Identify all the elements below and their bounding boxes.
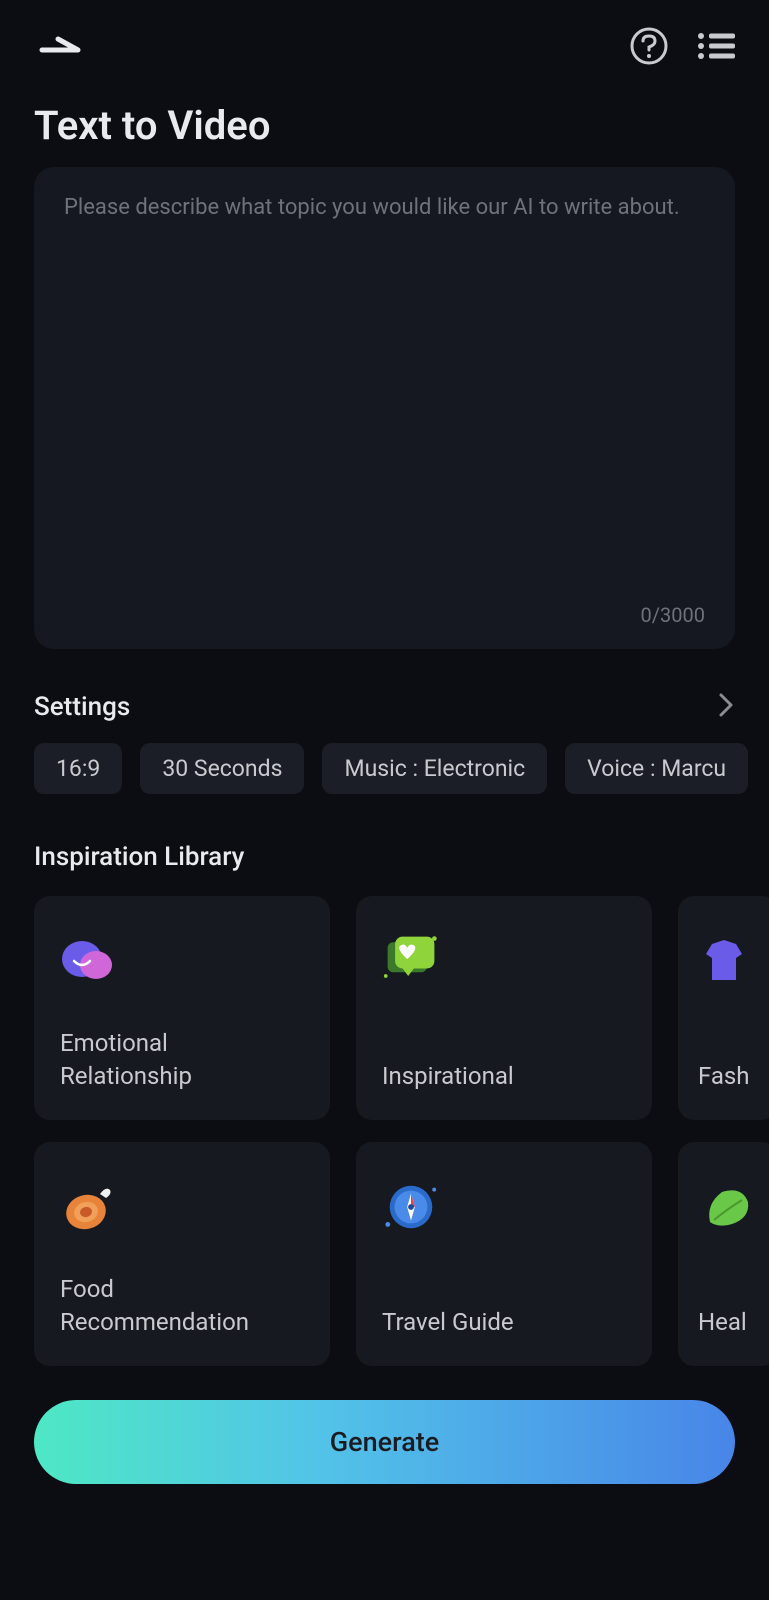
card-food-recommendation[interactable]: Food Recommendation bbox=[34, 1142, 330, 1366]
chevron-right-icon bbox=[717, 691, 735, 723]
card-travel-guide[interactable]: Travel Guide bbox=[356, 1142, 652, 1366]
inspiration-title: Inspiration Library bbox=[34, 842, 735, 872]
card-emotional-relationship[interactable]: Emotional Relationship bbox=[34, 896, 330, 1120]
card-label: Heal bbox=[698, 1306, 752, 1340]
card-label: Inspirational bbox=[382, 1060, 626, 1094]
fashion-icon bbox=[698, 932, 756, 990]
card-fashion[interactable]: Fash bbox=[678, 896, 769, 1120]
prompt-textarea[interactable] bbox=[64, 195, 705, 591]
char-count: 0/3000 bbox=[641, 603, 705, 627]
help-icon bbox=[629, 26, 669, 66]
chip-voice[interactable]: Voice : Marcu bbox=[565, 743, 748, 794]
generate-button[interactable]: Generate bbox=[34, 1400, 735, 1484]
card-label: Travel Guide bbox=[382, 1306, 626, 1340]
card-label: Emotional Relationship bbox=[60, 1027, 304, 1094]
back-icon bbox=[38, 35, 82, 57]
food-icon bbox=[60, 1178, 118, 1236]
card-inspirational[interactable]: Inspirational bbox=[356, 896, 652, 1120]
emotion-icon bbox=[60, 932, 118, 990]
page-title: Text to Video bbox=[0, 74, 769, 167]
inspiration-grid: Emotional Relationship Inspirational bbox=[34, 896, 769, 1366]
header-actions bbox=[629, 26, 735, 66]
leaf-icon bbox=[698, 1178, 756, 1236]
menu-button[interactable] bbox=[697, 30, 735, 62]
chip-aspect-ratio[interactable]: 16:9 bbox=[34, 743, 122, 794]
prompt-textarea-container: 0/3000 bbox=[34, 167, 735, 649]
generate-label: Generate bbox=[330, 1426, 439, 1458]
menu-list-icon bbox=[697, 30, 735, 62]
card-label: Food Recommendation bbox=[60, 1273, 304, 1340]
compass-icon bbox=[382, 1178, 440, 1236]
settings-row[interactable]: Settings bbox=[34, 691, 735, 723]
cards-row-1: Emotional Relationship Inspirational bbox=[34, 896, 769, 1120]
back-button[interactable] bbox=[38, 28, 86, 64]
settings-chips: 16:9 30 Seconds Music : Electronic Voice… bbox=[34, 743, 769, 794]
chip-music[interactable]: Music : Electronic bbox=[322, 743, 547, 794]
heart-chat-icon bbox=[382, 932, 440, 990]
chip-duration[interactable]: 30 Seconds bbox=[140, 743, 304, 794]
card-label: Fash bbox=[698, 1060, 752, 1094]
header bbox=[0, 0, 769, 74]
card-health[interactable]: Heal bbox=[678, 1142, 769, 1366]
help-button[interactable] bbox=[629, 26, 669, 66]
settings-title: Settings bbox=[34, 692, 130, 722]
cards-row-2: Food Recommendation Travel Guide bbox=[34, 1142, 769, 1366]
